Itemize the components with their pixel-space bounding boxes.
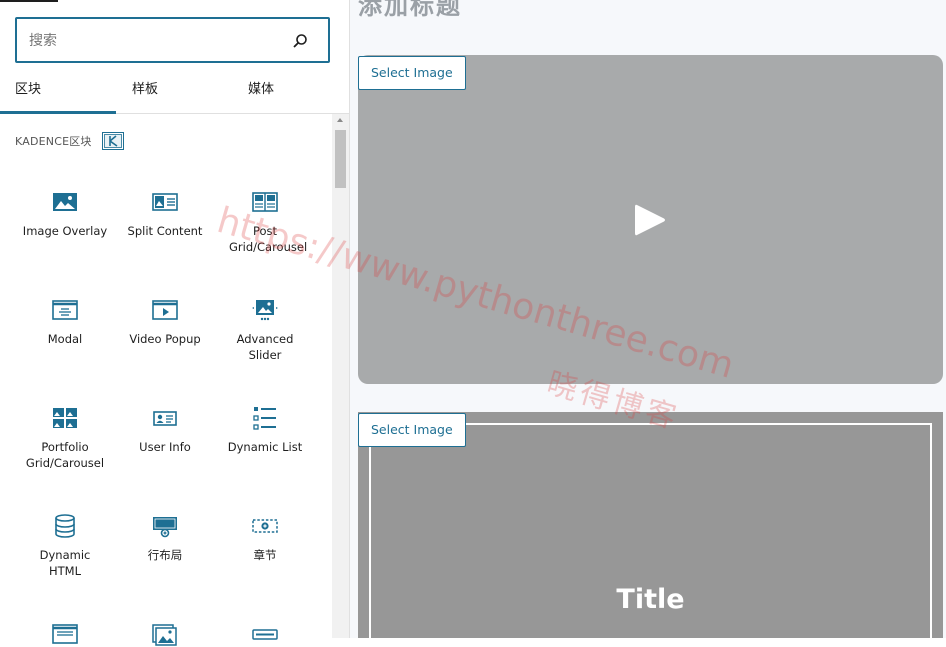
block-item-portfolio-grid[interactable]: Portfolio Grid/Carousel	[15, 405, 115, 471]
block-item-video-popup[interactable]: Video Popup	[115, 297, 215, 347]
block-item-section[interactable]: 章节	[215, 513, 315, 563]
block-item-row-layout[interactable]: 行布局	[115, 513, 215, 563]
block-label: Dynamic HTML	[39, 548, 91, 578]
block-label: Portfolio Grid/Carousel	[25, 440, 105, 470]
block-item-image-overlay[interactable]: Image Overlay	[15, 189, 115, 239]
block-label: 行布局	[147, 548, 183, 562]
tab-patterns[interactable]: 样板	[132, 72, 158, 113]
video-popup-block[interactable]	[358, 55, 943, 384]
category-label: KADENCE区块	[15, 135, 92, 148]
overlay-title[interactable]: Title	[358, 584, 943, 615]
kadence-logo-icon	[101, 132, 124, 150]
block-item-advanced-slider[interactable]: Advanced Slider	[215, 297, 315, 363]
block-item-partial-2[interactable]	[115, 621, 215, 647]
block-label: Dynamic List	[227, 440, 303, 454]
block-label: Advanced Slider	[236, 332, 294, 362]
scroll-thumb[interactable]	[335, 130, 346, 188]
editor-canvas: 添加标题 Select Image Title Select Image	[350, 0, 946, 638]
block-item-modal[interactable]: Modal	[15, 297, 115, 347]
search-box[interactable]	[15, 17, 330, 63]
block-label: Image Overlay	[22, 224, 108, 238]
gallery-icon	[152, 624, 177, 646]
tab-media[interactable]: 媒体	[248, 72, 274, 113]
inserter-tabs: 区块 样板 媒体	[0, 72, 349, 114]
image-overlay-icon	[53, 193, 77, 211]
page-title[interactable]: 添加标题	[358, 0, 462, 21]
block-item-partial-3[interactable]	[215, 621, 315, 647]
select-image-button[interactable]: Select Image	[358, 56, 466, 90]
block-inserter-sidebar: 区块 样板 媒体 KADENCE区块 Image Overlay	[0, 0, 350, 646]
block-item-partial-1[interactable]	[15, 621, 115, 647]
form-icon	[252, 629, 278, 640]
search-input[interactable]	[29, 30, 279, 52]
scroll-up-arrow-icon[interactable]	[337, 118, 343, 122]
dynamic-html-icon	[55, 514, 75, 538]
video-popup-icon	[152, 300, 178, 320]
text-block-icon	[52, 624, 78, 644]
portfolio-grid-icon	[53, 408, 77, 428]
block-label: Split Content	[127, 224, 203, 238]
play-icon[interactable]	[634, 203, 666, 237]
block-label: 章节	[253, 548, 277, 562]
split-content-icon	[152, 193, 178, 211]
row-layout-icon	[153, 517, 177, 538]
top-indicator	[0, 0, 58, 2]
block-label: Modal	[47, 332, 83, 346]
advanced-slider-icon	[252, 300, 278, 321]
block-item-user-info[interactable]: User Info	[115, 405, 215, 455]
block-category-header: KADENCE区块	[15, 131, 124, 151]
block-label: Video Popup	[129, 332, 201, 346]
block-label: User Info	[139, 440, 191, 454]
block-item-split-content[interactable]: Split Content	[115, 189, 215, 239]
modal-icon	[52, 300, 78, 320]
select-image-button[interactable]: Select Image	[358, 413, 466, 447]
dynamic-list-icon	[253, 407, 276, 430]
sidebar-scrollbar[interactable]	[332, 114, 349, 638]
block-label: Post Grid/Carousel	[229, 224, 308, 254]
block-item-post-grid[interactable]: Post Grid/Carousel	[215, 189, 315, 255]
section-icon	[252, 519, 278, 533]
block-item-dynamic-list[interactable]: Dynamic List	[215, 405, 315, 455]
user-info-icon	[153, 411, 177, 426]
tab-blocks[interactable]: 区块	[0, 72, 117, 114]
block-item-dynamic-html[interactable]: Dynamic HTML	[15, 513, 115, 579]
post-grid-icon	[252, 192, 278, 212]
search-icon	[293, 34, 307, 48]
